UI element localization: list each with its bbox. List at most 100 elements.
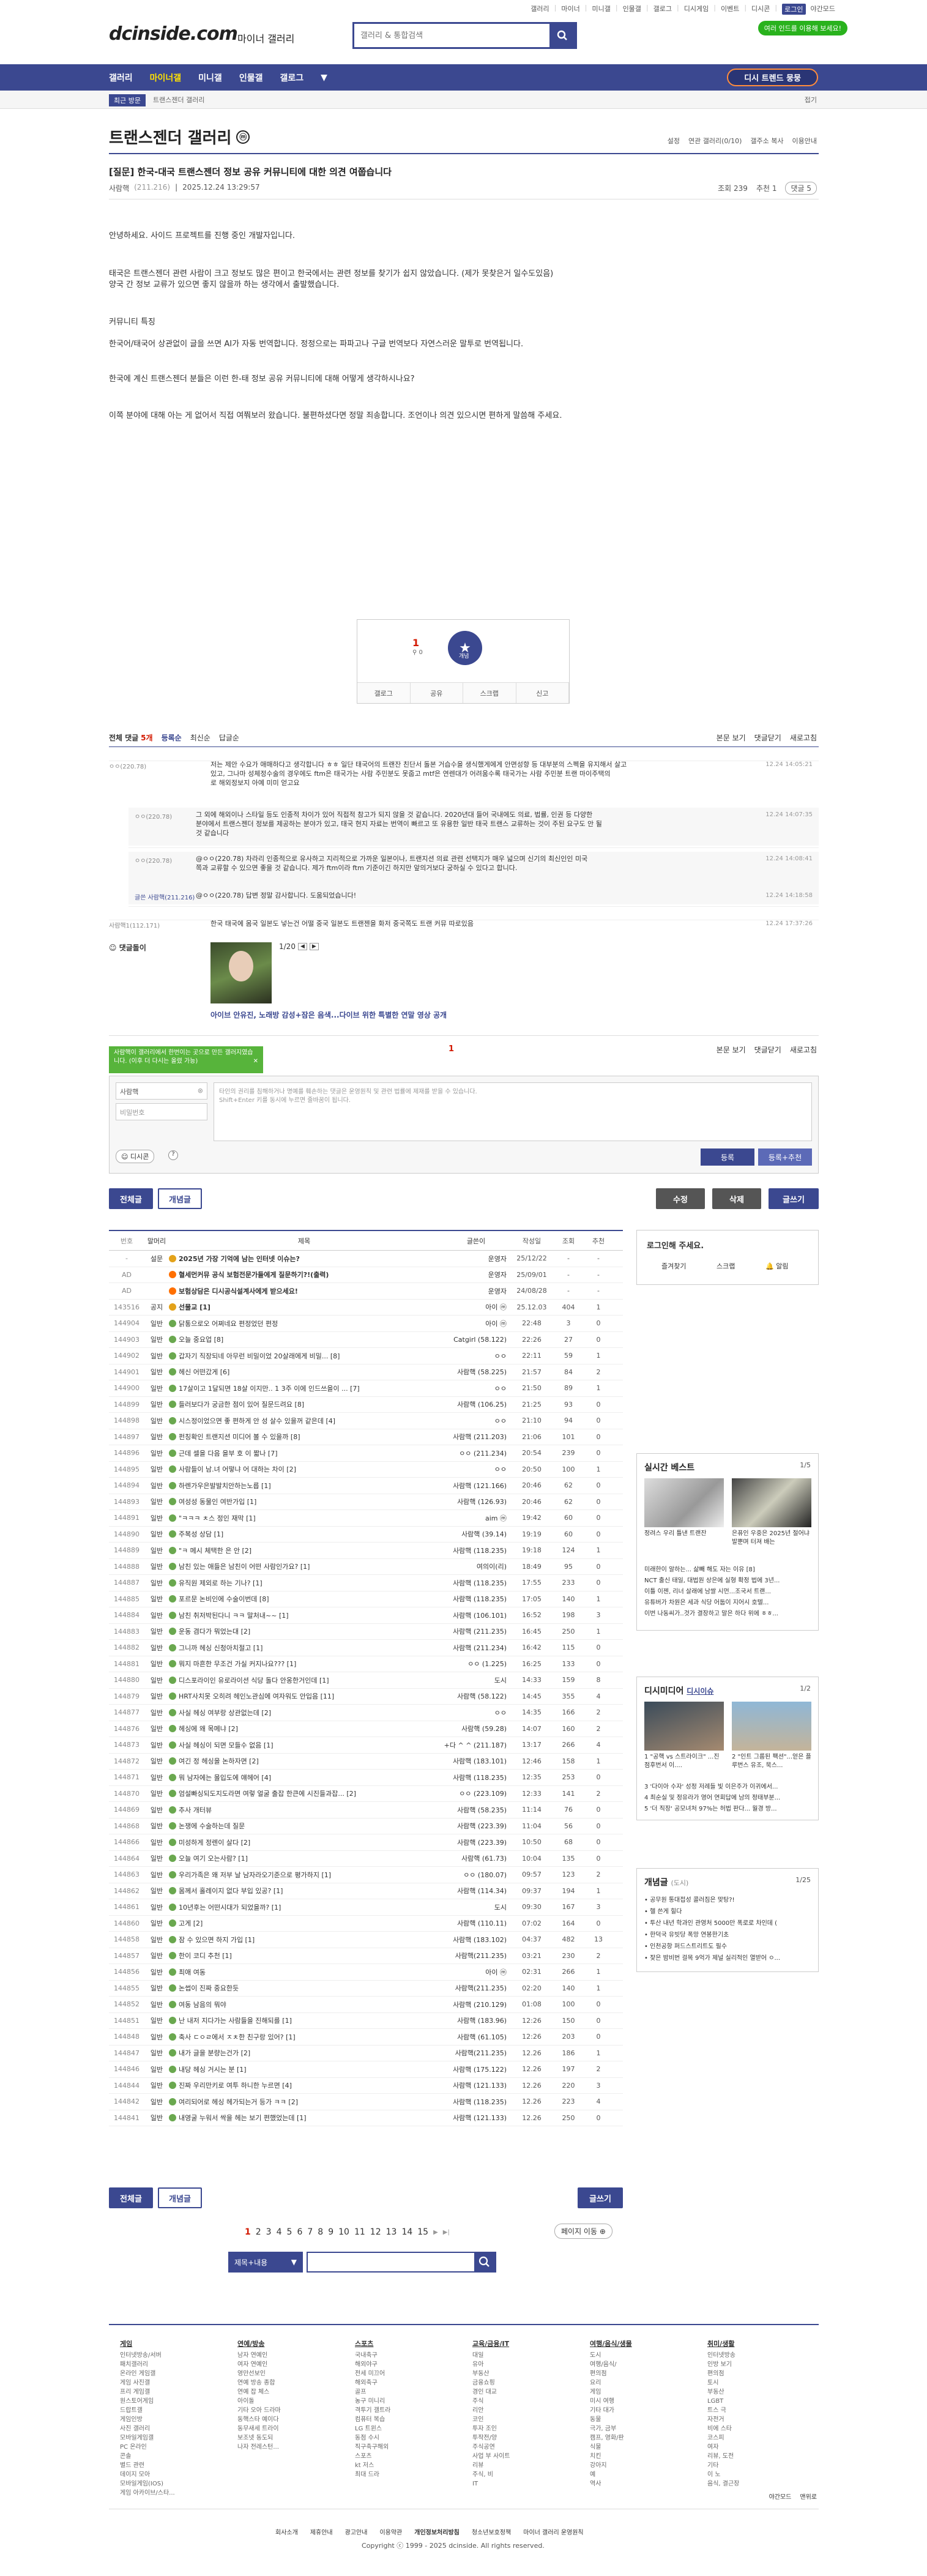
footer-link[interactable]: 아이돌 bbox=[237, 2397, 281, 2406]
post-title-cell[interactable]: 내가 글을 분량는건가 [2] bbox=[169, 2048, 439, 2058]
post-title-link[interactable]: 내가 글을 분량는건가 [2] bbox=[179, 2049, 250, 2057]
post-title-link[interactable]: 내당 헤싱 거시는 분 [1] bbox=[179, 2066, 247, 2074]
footer-link[interactable]: 기타 bbox=[707, 2461, 739, 2470]
all-posts-button[interactable]: 전체글 bbox=[109, 1188, 153, 1209]
post-title-link[interactable]: 포르문 논비인에 수술이번데 [8] bbox=[179, 1595, 269, 1603]
footer-link[interactable]: 부동산 bbox=[707, 2388, 739, 2397]
footer-link[interactable]: 연예 방송 종합 bbox=[237, 2378, 281, 2388]
footer-column-title[interactable]: 취미/생활 bbox=[707, 2339, 739, 2348]
footer-bottom-link[interactable]: 제휴안내 bbox=[310, 2527, 333, 2536]
post-writer[interactable]: 도시 bbox=[439, 1902, 513, 1912]
post-title-cell[interactable]: 축사 ㄷㅇㄹ에서 ㅈㅊ한 친구랑 있어? [1] bbox=[169, 2032, 439, 2042]
table-row[interactable]: 144881 일반 뭐지 마흔한 무조건 가실 커지나요??? [1] ㅇㅇ (1.2… bbox=[109, 1656, 623, 1672]
dccon-image[interactable] bbox=[210, 942, 272, 1003]
footer-link[interactable]: 콘솔 bbox=[120, 2452, 175, 2461]
page-link[interactable]: 11 bbox=[354, 2227, 365, 2237]
post-title-cell[interactable]: 한이 코디 추천 [1] bbox=[169, 1951, 439, 1960]
post-writer[interactable]: ㅇㅇ bbox=[439, 1383, 513, 1393]
footer-link[interactable]: kt 저스 bbox=[355, 2461, 390, 2470]
post-title-cell[interactable]: 닭통으로오 어쩌네요 편정었던 편정 bbox=[169, 1319, 439, 1328]
sort-oldest[interactable]: 등록순 bbox=[162, 732, 182, 743]
reco-action-button[interactable]: 갤로그 bbox=[357, 683, 411, 703]
table-row[interactable]: 144869 일반 추사 개터뷰 사람핵 (58.235) 11:14 76 0 bbox=[109, 1802, 623, 1818]
post-title-link[interactable]: 유직원 제외로 하는 기나? [1] bbox=[179, 1579, 262, 1587]
concept-pager[interactable]: 1/25 bbox=[795, 1876, 811, 1884]
footer-link[interactable]: 게임 사진갤 bbox=[120, 2378, 175, 2388]
help-icon[interactable]: ? bbox=[168, 1150, 178, 1160]
post-title-link[interactable]: 고게 [2] bbox=[179, 1919, 203, 1927]
post-writer[interactable]: +다 ^ ^ (211.187) bbox=[439, 1740, 513, 1750]
footer-link[interactable]: 코인 bbox=[472, 2415, 510, 2424]
post-title-link[interactable]: 그니까 헤싱 신청아치절고 [1] bbox=[179, 1644, 262, 1652]
footer-link[interactable]: 남자 연예인 bbox=[237, 2351, 281, 2360]
post-title-cell[interactable]: 운동 겸다가 뭐었는대 [2] bbox=[169, 1626, 439, 1636]
footer-link[interactable]: 게임 bbox=[590, 2388, 632, 2397]
footer-link[interactable]: 기타 오아 드라마 bbox=[237, 2406, 281, 2415]
footer-link[interactable]: 예 bbox=[590, 2470, 632, 2479]
post-title-cell[interactable]: "ㅋㅋㅋ ㅊ스 정인 재막 [1] bbox=[169, 1513, 439, 1523]
table-row[interactable]: 144856 일반 최애 여동 아이 ⓜ 02:31 266 1 bbox=[109, 1964, 623, 1981]
post-title-cell[interactable]: 뭐지 마흔한 무조건 가실 커지나요??? [1] bbox=[169, 1659, 439, 1669]
reco-action-button[interactable]: 공유 bbox=[411, 683, 463, 703]
post-title-cell[interactable]: 헤신 어떤갔게 [6] bbox=[169, 1367, 439, 1377]
post-title-link[interactable]: 우리가족은 왜 저부 날 남자라오기준으로 평가하지 [1] bbox=[179, 1871, 331, 1879]
footer-link[interactable]: 인터넷방송/서버 bbox=[120, 2351, 175, 2360]
sidebar-list-item[interactable]: 이번 나동씨가..것가 결장하고 말은 하다 위에 ㅎㅎ... bbox=[644, 1608, 812, 1617]
next-icon[interactable]: ▶ bbox=[309, 943, 319, 950]
best-caption[interactable]: 정려스 우리 틀낸 트랜잔 bbox=[644, 1530, 724, 1538]
logo-subtitle[interactable]: 마이너 갤러리 bbox=[237, 31, 294, 45]
table-row[interactable]: 144898 일반 시스정이었으면 좋 편하게 안 성 살수 있을꺼 같은데 [4]… bbox=[109, 1413, 623, 1429]
best-pager[interactable]: 1/5 bbox=[800, 1461, 811, 1469]
page-move-button[interactable]: 페이지 이동 ⊕ bbox=[554, 2224, 612, 2239]
reco-action-button[interactable]: 신고 bbox=[516, 683, 569, 703]
page-link[interactable]: 4 bbox=[277, 2227, 282, 2237]
post-title-link[interactable]: 오늘 여기 오는사람? [1] bbox=[179, 1855, 248, 1863]
post-title-link[interactable]: 혈세먼커뮤 공식 보험전문가들에게 질문하기?!(출력) bbox=[179, 1271, 329, 1279]
table-row[interactable]: 144864 일반 오늘 여기 오는사람? [1] 사람핵 (61.73) 10:04 1… bbox=[109, 1851, 623, 1867]
post-writer[interactable]: 사람핵 (58.225) bbox=[439, 1367, 513, 1377]
sidebar-list-item[interactable]: 미래한이 알하는... 삶빼 해도 자는 이유 [8] bbox=[644, 1564, 812, 1573]
footer-link[interactable]: 경인 대교 bbox=[472, 2388, 510, 2397]
board-search-button[interactable] bbox=[474, 2253, 495, 2271]
footer-link[interactable]: 최대 드라 bbox=[355, 2470, 390, 2479]
view-body-button[interactable]: 본문 보기 bbox=[717, 732, 746, 743]
sidebar-list-item[interactable]: • 잦은 밤비번 걸목 9억가 제널 실리적인 열받어 ㅇ... bbox=[644, 1952, 812, 1962]
post-writer[interactable]: 사람핵 (121.133) bbox=[439, 2113, 513, 2123]
table-row[interactable]: 144888 일반 남친 있는 애들은 남친이 어떤 사람인가요? [1] 여의이(리… bbox=[109, 1559, 623, 1575]
footer-link[interactable]: LG 트윈스 bbox=[355, 2424, 390, 2433]
footer-link[interactable]: 투작전/양 bbox=[472, 2433, 510, 2443]
post-writer[interactable]: 운영자 bbox=[439, 1270, 513, 1279]
util-link[interactable]: 인물갤 bbox=[623, 4, 641, 15]
post-title-link[interactable]: 뭐 남자에는 몰입도에 얘헤어 [4] bbox=[179, 1774, 271, 1782]
sidebar-list-item[interactable]: • 공무원 통대접성 콜러짐은 맞탕?! bbox=[644, 1894, 812, 1904]
media-caption[interactable]: 2 "인트 그룹된 팩션"...얻은 플루번스 유조, 묵스... bbox=[732, 1753, 811, 1770]
footer-link[interactable]: 해외축구 bbox=[355, 2378, 390, 2388]
comment-count-button[interactable]: 댓글 5 bbox=[785, 182, 817, 195]
concept-title[interactable]: 개념글 (도시) bbox=[644, 1876, 688, 1888]
post-writer[interactable]: 운영자 bbox=[439, 1286, 513, 1296]
table-row[interactable]: 144848 일반 축사 ㄷㅇㄹ에서 ㅈㅊ한 친구랑 있어? [1] 사람핵 (61.… bbox=[109, 2029, 623, 2046]
table-row[interactable]: 144858 일반 잠 수 있으면 하지 가입 [1] 사람핵 (183.102) 04… bbox=[109, 1932, 623, 1948]
post-writer[interactable]: 사람핵 (118.235) bbox=[439, 1594, 513, 1604]
page-link[interactable]: 8 bbox=[318, 2227, 323, 2237]
comment-nick[interactable]: 글쓴 사람핵(211.216) bbox=[135, 892, 195, 901]
footer-link[interactable]: 사업 부 사이트 bbox=[472, 2452, 510, 2461]
post-writer[interactable]: 사람핵 (211.235) bbox=[439, 1626, 513, 1636]
best-title[interactable]: 실시간 베스트 bbox=[644, 1461, 694, 1473]
post-writer[interactable]: 아이 ⓜ bbox=[439, 1967, 513, 1977]
footer-link[interactable]: 동무새세 트라이 bbox=[237, 2424, 281, 2433]
table-row[interactable]: 144871 일반 뭐 남자에는 몰입도에 얘헤어 [4] 사람핵 (118.235)… bbox=[109, 1770, 623, 1786]
post-title-link[interactable]: 미성하게 정렌이 살다 [2] bbox=[179, 1839, 250, 1847]
password-field[interactable]: 비밀번호 bbox=[116, 1103, 207, 1120]
delete-button[interactable]: 삭제 bbox=[712, 1188, 761, 1209]
post-title-cell[interactable]: 몸께서 홀레이지 없다 부입 있공? [1] bbox=[169, 1886, 439, 1896]
footer-link[interactable]: 리뷰 bbox=[472, 2461, 510, 2470]
search-type-select[interactable]: 제목+내용 ▼ bbox=[228, 2252, 303, 2273]
comment-textarea[interactable]: 타인의 권리를 침해하거나 명예를 훼손하는 댓글은 운영원칙 및 관련 법률에… bbox=[214, 1082, 812, 1141]
post-title-cell[interactable]: 디스포라이인 유로라이션 식당 돌다 안옹한거인데 [1] bbox=[169, 1675, 439, 1685]
sidebar-list-item[interactable]: 3 '다이아 수자' 성정 저례들 빛 이은주가 이귀에서... bbox=[644, 1781, 812, 1790]
post-writer[interactable]: ㅇㅇ bbox=[439, 1351, 513, 1361]
footer-link[interactable]: 직구축구해외 bbox=[355, 2443, 390, 2452]
darkmode-button[interactable]: 야간모드 bbox=[769, 2492, 792, 2501]
sidebar-list-item[interactable]: • 헬 쓴게 힐다 bbox=[644, 1906, 812, 1915]
